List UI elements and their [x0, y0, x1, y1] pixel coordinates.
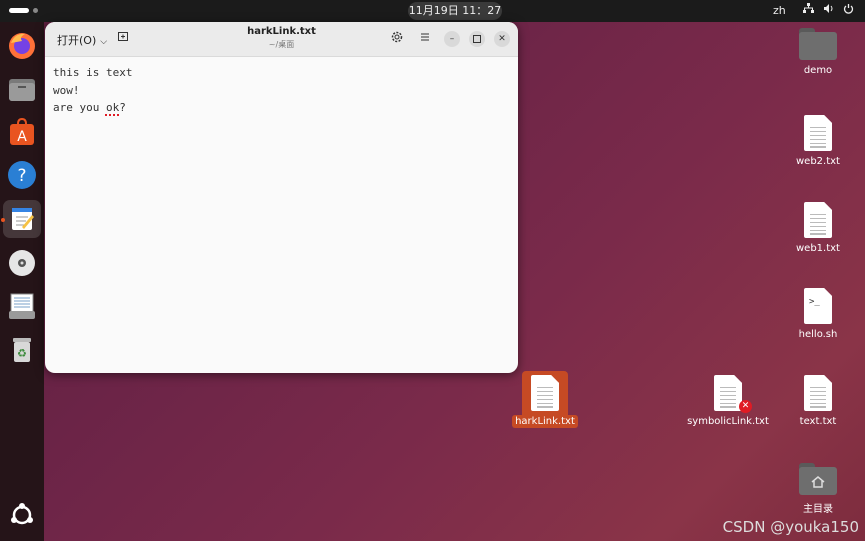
terminal-file-icon: >_	[804, 288, 832, 324]
desktop-label: symbolicLink.txt	[687, 416, 769, 427]
desktop-file-text[interactable]: text.txt	[773, 375, 863, 428]
desktop-folder-demo[interactable]: demo	[773, 28, 863, 77]
text-editor-window: 打开(O) ⌵ harkLink.txt ~/桌面 – ✕ this is tex…	[45, 22, 518, 373]
desktop-file-harklink[interactable]: harkLink.txt	[500, 375, 590, 428]
svg-text:A: A	[17, 129, 27, 145]
text-file-icon	[804, 115, 832, 151]
network-icon[interactable]	[803, 3, 814, 17]
disc-icon[interactable]	[6, 247, 38, 279]
text-file-icon	[531, 375, 559, 411]
line-1: this is text	[53, 66, 133, 79]
home-folder-icon	[799, 463, 837, 495]
document-scanner-icon[interactable]	[6, 290, 38, 322]
firefox-icon[interactable]	[6, 30, 38, 62]
desktop-file-symboliclink[interactable]: ✕ symbolicLink.txt	[683, 375, 773, 428]
svg-text:?: ?	[17, 166, 26, 186]
close-icon[interactable]: ✕	[494, 31, 510, 47]
dock: A ? ♻	[0, 22, 44, 541]
desktop-label: web2.txt	[796, 156, 840, 167]
watermark: CSDN @youka150	[722, 518, 859, 536]
help-icon[interactable]: ?	[6, 159, 38, 191]
text-file-icon	[714, 375, 742, 411]
input-language[interactable]: zh	[773, 4, 786, 17]
volume-icon[interactable]	[823, 3, 834, 17]
trash-icon[interactable]: ♻	[6, 333, 38, 365]
folder-icon	[799, 28, 837, 60]
desktop-file-web1[interactable]: web1.txt	[773, 202, 863, 255]
desktop-file-hello[interactable]: >_ hello.sh	[773, 288, 863, 341]
desktop-label: harkLink.txt	[512, 415, 578, 428]
misspelled-word: ok	[105, 101, 120, 114]
desktop-folder-home[interactable]: 主目录	[773, 463, 863, 516]
window-header: 打开(O) ⌵ harkLink.txt ~/桌面 – ✕	[45, 22, 518, 57]
menu-icon[interactable]	[420, 31, 430, 46]
files-icon[interactable]	[6, 73, 38, 105]
text-editor-icon[interactable]	[3, 200, 41, 238]
desktop-label: web1.txt	[796, 243, 840, 254]
power-icon[interactable]	[843, 3, 854, 17]
gear-icon[interactable]	[391, 31, 403, 46]
line-3-text: are you	[53, 101, 106, 114]
clock[interactable]: 11月19日 11：27	[408, 2, 502, 20]
text-file-icon	[804, 375, 832, 411]
app-center-icon[interactable]: A	[6, 116, 38, 148]
workspace-indicator[interactable]	[9, 8, 38, 21]
broken-link-icon: ✕	[739, 400, 752, 413]
line-2: wow!	[53, 83, 80, 97]
maximize-icon[interactable]	[469, 31, 485, 47]
desktop-label: hello.sh	[798, 329, 838, 340]
desktop-label: demo	[803, 65, 833, 76]
desktop-label: text.txt	[799, 416, 837, 427]
desktop-file-web2[interactable]: web2.txt	[773, 115, 863, 168]
text-file-icon	[804, 202, 832, 238]
minimize-icon[interactable]: –	[444, 31, 460, 47]
text-area[interactable]: this is text wow! are you ok?	[53, 64, 132, 117]
line-3: are you ok?	[53, 99, 132, 117]
top-bar: 11月19日 11：27 zh	[0, 0, 865, 22]
line-3-end: ?	[119, 101, 126, 114]
svg-text:♻: ♻	[17, 347, 27, 360]
ubuntu-show-apps-icon[interactable]	[6, 499, 38, 531]
desktop-label: 主目录	[803, 504, 833, 515]
system-tray[interactable]	[803, 3, 854, 17]
